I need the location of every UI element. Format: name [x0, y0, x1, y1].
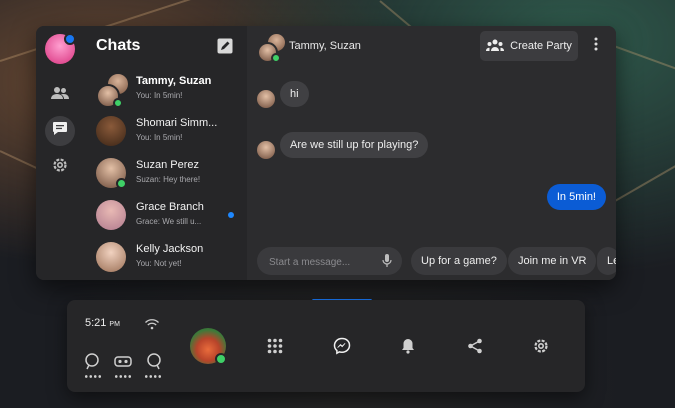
create-party-button[interactable]: Create Party	[480, 31, 578, 61]
controller-right-icon[interactable]	[143, 352, 163, 378]
conversation-name: Shomari Simm...	[136, 117, 218, 129]
conversation-title: Tammy, Suzan	[289, 40, 361, 52]
avatar	[96, 242, 126, 272]
conversation-item-shomari[interactable]: Shomari Simm... You: In 5min!	[82, 112, 247, 152]
conversation-preview: You: In 5min!	[136, 91, 183, 100]
avatar	[96, 116, 126, 146]
message-bubble: hi	[280, 81, 309, 107]
messenger-window: Chats Tammy, Suzan You: In 5min! Shomari…	[36, 26, 616, 280]
edit-icon	[217, 38, 233, 58]
quick-reply-chip[interactable]: Up for a game?	[411, 247, 507, 275]
online-indicator	[113, 98, 123, 108]
conversation-item-kelly-jackson[interactable]: Kelly Jackson You: Not yet!	[82, 238, 247, 278]
share-icon[interactable]	[465, 336, 485, 356]
conversation-item-suzan-perez[interactable]: Suzan Perez Suzan: Hey there!	[82, 154, 247, 194]
party-icon	[486, 38, 505, 55]
settings-icon[interactable]	[531, 336, 551, 356]
battery-dots	[144, 375, 162, 378]
message-bubble-outgoing: In 5min!	[546, 184, 606, 210]
bell-icon[interactable]	[398, 336, 418, 356]
quick-reply-chip[interactable]: Le	[597, 247, 616, 275]
controller-left-icon[interactable]	[83, 352, 103, 378]
more-options-button[interactable]	[587, 36, 605, 56]
create-party-label: Create Party	[510, 40, 572, 52]
user-avatar[interactable]	[190, 328, 227, 365]
sender-avatar	[257, 90, 275, 108]
gear-icon	[52, 157, 68, 178]
conversation-name: Suzan Perez	[136, 159, 199, 171]
conversation-preview: Suzan: Hey there!	[136, 175, 201, 184]
clock: 5:21 PM	[85, 317, 120, 329]
conversation-header: Tammy, Suzan Create Party	[247, 26, 616, 68]
microphone-icon[interactable]	[382, 254, 392, 268]
compose-button[interactable]	[217, 38, 233, 54]
battery-dots	[114, 375, 132, 378]
nav-rail	[36, 26, 82, 280]
chats-title: Chats	[96, 37, 141, 54]
conversation-name: Kelly Jackson	[136, 243, 204, 255]
online-indicator	[271, 53, 281, 63]
clock-ampm: PM	[109, 321, 120, 328]
conversation-preview: Grace: We still u...	[136, 217, 202, 226]
online-indicator	[215, 353, 227, 365]
chat-list: Chats Tammy, Suzan You: In 5min! Shomari…	[82, 26, 247, 280]
conversation-preview: You: Not yet!	[136, 259, 182, 268]
clock-time: 5:21	[85, 317, 107, 329]
avatar	[96, 158, 127, 189]
conversation-preview: You: In 5min!	[136, 133, 183, 142]
settings-button[interactable]	[45, 152, 75, 182]
wifi-icon	[145, 317, 159, 330]
group-avatar	[96, 72, 130, 108]
conversation-name: Tammy, Suzan	[136, 75, 212, 87]
conversation-pane: Tammy, Suzan Create Party hi Are we stil…	[247, 26, 616, 280]
people-icon	[51, 86, 69, 105]
chat-bubble-icon	[52, 121, 68, 141]
people-button[interactable]	[45, 80, 75, 110]
group-avatar	[257, 32, 287, 63]
message-input[interactable]	[267, 253, 381, 271]
online-indicator	[116, 178, 127, 189]
unread-indicator	[228, 212, 234, 218]
quick-reply-chip[interactable]: Join me in VR	[508, 247, 597, 275]
conversation-name: Grace Branch	[136, 201, 204, 213]
chats-button[interactable]	[45, 116, 75, 146]
apps-grid-icon[interactable]	[265, 336, 285, 356]
more-vertical-icon	[594, 37, 598, 56]
conversation-item-grace-branch[interactable]: Grace Branch Grace: We still u...	[82, 196, 247, 236]
avatar	[96, 200, 126, 230]
message-bubble: Are we still up for playing?	[280, 132, 429, 158]
profile-avatar[interactable]	[45, 33, 76, 64]
messenger-icon[interactable]	[332, 336, 352, 356]
sender-avatar	[257, 141, 275, 159]
battery-dots	[84, 375, 102, 378]
message-input-box[interactable]	[257, 247, 402, 275]
headset-icon[interactable]	[113, 352, 133, 378]
system-dock: 5:21 PM	[67, 300, 585, 392]
conversation-item-tammy-suzan[interactable]: Tammy, Suzan You: In 5min!	[82, 70, 247, 110]
